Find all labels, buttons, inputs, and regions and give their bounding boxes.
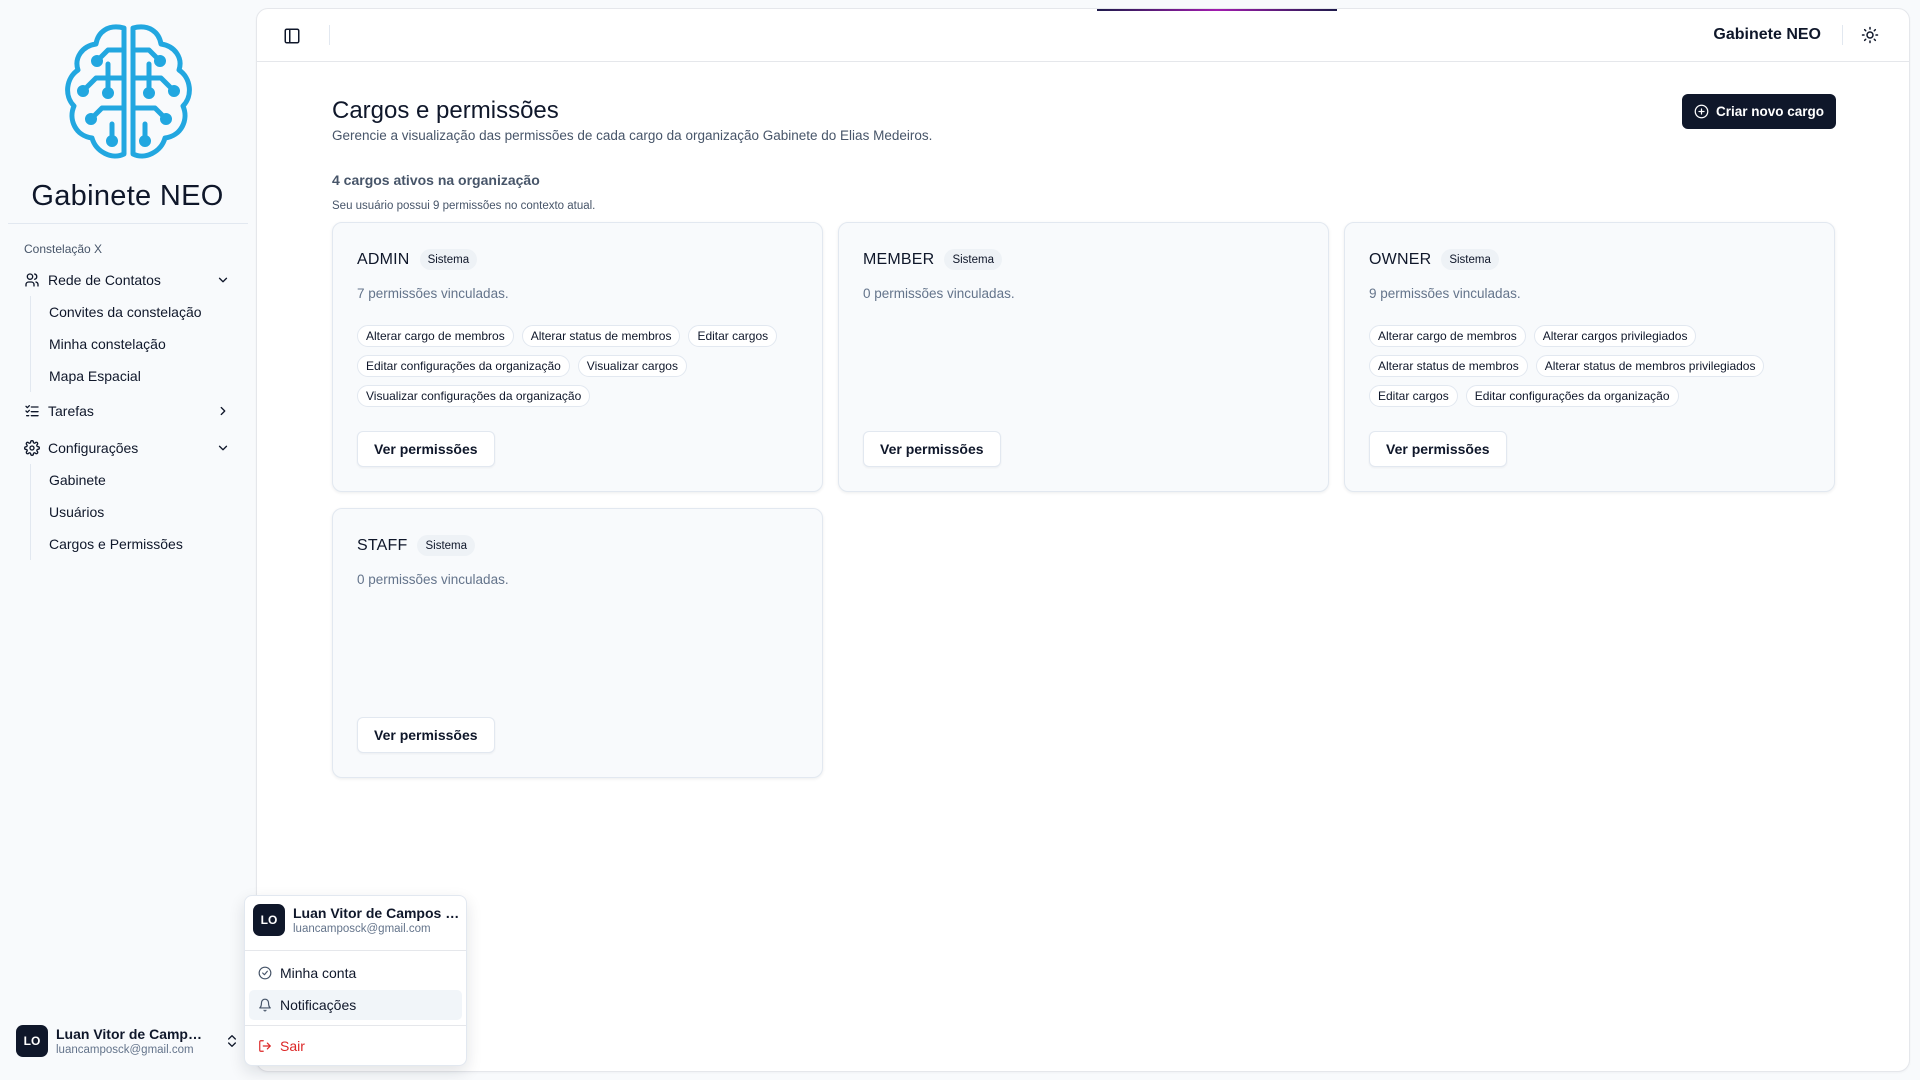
brand-name: Gabinete NEO	[31, 180, 224, 212]
page-title: Cargos e permissões	[332, 97, 559, 124]
menu-item-notificacoes[interactable]: Notificações	[249, 990, 462, 1020]
permission-tag: Alterar status de membros	[521, 325, 681, 347]
sidebar-subitem-mapa-espacial[interactable]: Mapa Espacial	[31, 360, 202, 392]
create-role-label: Criar novo cargo	[1715, 104, 1824, 119]
sidebar-submenu-configuracoes: Gabinete Usuários Cargos e Permissões	[30, 464, 183, 560]
logout-icon	[259, 1040, 271, 1052]
menu-item-minha-conta[interactable]: Minha conta	[249, 958, 462, 988]
plus-circle-icon	[1694, 104, 1709, 119]
create-role-button[interactable]: Criar novo cargo	[1681, 94, 1836, 129]
divider	[8, 223, 248, 224]
sidebar-item-label: Rede de Contatos	[48, 272, 161, 288]
role-name: ADMIN	[357, 250, 410, 268]
role-description: 9 permissões vinculadas.	[1369, 286, 1521, 301]
sidebar: Gabinete NEO Constelação X Rede de Conta…	[0, 0, 255, 1080]
chevron-down-icon	[216, 273, 230, 287]
chevrons-up-down-icon	[224, 1033, 240, 1049]
avatar: LO	[16, 1025, 48, 1057]
sidebar-item-rede-de-contatos[interactable]: Rede de Contatos	[16, 265, 240, 295]
user-menu-popover: LO Luan Vitor de Campos Oliveira luancam…	[244, 895, 467, 1066]
system-badge: Sistema	[944, 249, 1002, 270]
user-menu-header: LO Luan Vitor de Campos Oliveira luancam…	[253, 904, 461, 936]
sidebar-item-label: Configurações	[48, 440, 139, 456]
role-name: OWNER	[1369, 250, 1432, 268]
gear-icon	[24, 440, 40, 456]
permission-tag: Editar cargos	[688, 325, 778, 347]
system-badge: Sistema	[417, 535, 476, 556]
bell-icon	[259, 998, 271, 1012]
permission-tags: Alterar cargo de membros Alterar cargos …	[1369, 325, 1819, 407]
badge-check-icon	[258, 966, 272, 980]
sidebar-subitem-minha-constelacao[interactable]: Minha constelação	[31, 328, 202, 360]
sidebar-subitem-gabinete[interactable]: Gabinete	[31, 464, 183, 496]
user-email: luancamposck@gmail.com	[56, 1044, 194, 1056]
permission-tag: Visualizar configurações da organização	[357, 385, 591, 407]
avatar: LO	[253, 904, 285, 936]
view-permissions-button[interactable]: Ver permissões	[357, 431, 495, 467]
header-title: Gabinete NEO	[1713, 26, 1821, 43]
user-name: Luan Vitor de Campos Oliveira	[293, 905, 461, 921]
roles-count-subtitle: Seu usuário possui 9 permissões no conte…	[332, 200, 596, 212]
role-card-admin: ADMIN Sistema 7 permissões vinculadas. A…	[332, 222, 823, 492]
divider	[329, 25, 330, 45]
sidebar-item-tarefas[interactable]: Tarefas	[16, 396, 240, 426]
role-card-member: MEMBER Sistema 0 permissões vinculadas. …	[838, 222, 1329, 492]
page-subtitle: Gerencie a visualização das permissões d…	[332, 128, 933, 143]
role-card-staff: STAFF Sistema 0 permissões vinculadas. V…	[332, 508, 823, 778]
menu-item-label: Notificações	[280, 997, 357, 1013]
permission-tag: Alterar cargos privilegiados	[1533, 325, 1697, 347]
chevron-right-icon	[216, 404, 230, 418]
system-badge: Sistema	[1441, 249, 1499, 270]
users-icon	[24, 272, 40, 288]
permission-tag: Alterar cargo de membros	[357, 325, 514, 347]
user-email: luancamposck@gmail.com	[293, 923, 431, 935]
brain-circuit-logo-icon	[56, 20, 201, 165]
role-name: MEMBER	[863, 250, 935, 268]
permission-tag: Editar cargos	[1369, 385, 1458, 407]
top-header: Gabinete NEO	[257, 9, 1909, 62]
sidebar-submenu-rede-de-contatos: Convites da constelação Minha constelaçã…	[30, 296, 202, 392]
permission-tag: Editar configurações da organização	[1465, 385, 1679, 407]
permission-tag: Alterar status de membros	[1369, 355, 1528, 377]
divider	[245, 950, 466, 951]
view-permissions-button[interactable]: Ver permissões	[863, 431, 1001, 467]
list-checks-icon	[24, 403, 40, 419]
permission-tag: Editar configurações da organização	[357, 355, 570, 377]
sidebar-subitem-convites[interactable]: Convites da constelação	[31, 296, 202, 328]
chevron-down-icon	[216, 441, 230, 455]
role-description: 0 permissões vinculadas.	[357, 572, 509, 587]
divider	[245, 1025, 466, 1026]
menu-item-label: Minha conta	[280, 965, 357, 981]
main-panel: Gabinete NEO Cargos e permissões Gerenci…	[256, 8, 1910, 1072]
menu-item-sair[interactable]: Sair	[249, 1031, 462, 1061]
role-description: 7 permissões vinculadas.	[357, 286, 509, 301]
sidebar-group-label: Constelação X	[24, 242, 103, 256]
sidebar-subitem-usuarios[interactable]: Usuários	[31, 496, 183, 528]
role-name: STAFF	[357, 536, 408, 554]
sidebar-item-configuracoes[interactable]: Configurações	[16, 433, 240, 463]
sidebar-subitem-cargos-permissoes[interactable]: Cargos e Permissões	[31, 528, 183, 560]
sidebar-item-label: Tarefas	[48, 403, 94, 419]
permission-tag: Alterar cargo de membros	[1369, 325, 1526, 347]
view-permissions-button[interactable]: Ver permissões	[1369, 431, 1507, 467]
sidebar-toggle-icon[interactable]	[283, 27, 301, 45]
menu-item-label: Sair	[280, 1038, 305, 1054]
permission-tag: Visualizar cargos	[577, 355, 687, 377]
system-badge: Sistema	[419, 249, 478, 270]
permission-tags: Alterar cargo de membros Alterar status …	[357, 325, 807, 407]
view-permissions-button[interactable]: Ver permissões	[357, 717, 495, 753]
role-description: 0 permissões vinculadas.	[863, 286, 1015, 301]
user-name: Luan Vitor de Campos Oliveira	[56, 1026, 206, 1042]
roles-count-title: 4 cargos ativos na organização	[332, 172, 540, 188]
sidebar-user-menu-trigger[interactable]: LO Luan Vitor de Campos Oliveira luancam…	[16, 1020, 240, 1062]
permission-tag: Alterar status de membros privilegiados	[1535, 355, 1765, 377]
divider	[1842, 25, 1843, 45]
sun-icon[interactable]	[1861, 26, 1879, 44]
role-card-owner: OWNER Sistema 9 permissões vinculadas. A…	[1344, 222, 1835, 492]
